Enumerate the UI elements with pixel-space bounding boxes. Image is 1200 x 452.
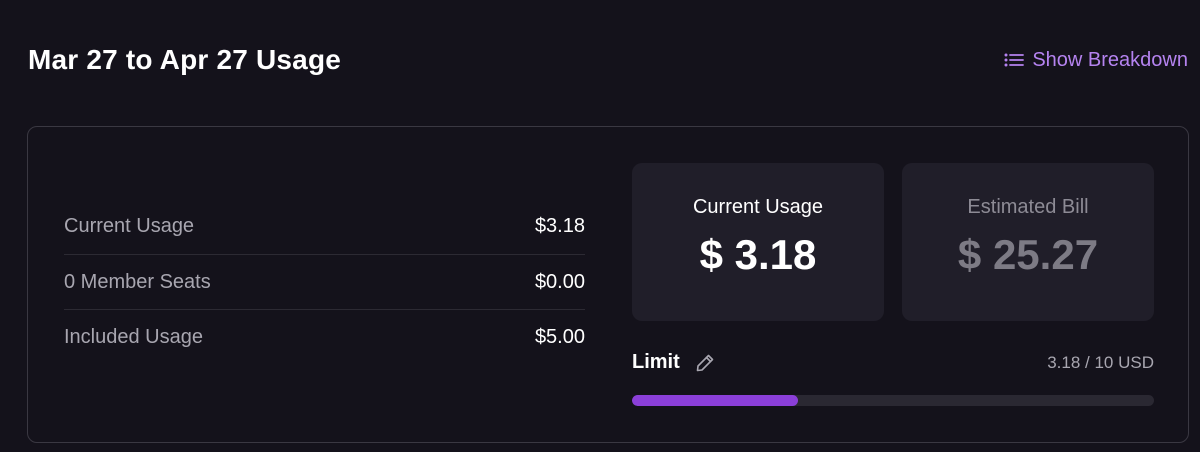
limit-label: Limit <box>632 351 680 373</box>
summary-row-value: $0.00 <box>534 270 585 293</box>
summary-row-value: $5.00 <box>534 325 585 348</box>
limit-progress-bar <box>632 395 1154 406</box>
limit-row: Limit 3.18 / 10 USD <box>632 351 1154 374</box>
summary-row-label: Current Usage <box>64 215 195 237</box>
limit-progress-fill <box>632 395 798 406</box>
summary-row-member-seats: 0 Member Seats $0.00 <box>64 254 585 309</box>
current-usage-label: Current Usage <box>692 196 824 218</box>
usage-card: Current Usage $3.18 0 Member Seats $0.00… <box>27 126 1189 443</box>
pencil-icon[interactable] <box>694 352 716 374</box>
estimated-bill-label: Estimated Bill <box>967 196 1089 218</box>
current-usage-value: $ 3.18 <box>699 231 817 278</box>
estimated-bill-value: $ 25.27 <box>957 231 1099 278</box>
summary-row-value: $3.18 <box>534 215 585 237</box>
summary-row-current-usage: Current Usage $3.18 <box>64 199 585 254</box>
show-breakdown-label: Show Breakdown <box>1032 48 1188 71</box>
estimated-bill-box: Estimated Bill $ 25.27 <box>902 163 1154 321</box>
list-icon <box>1004 52 1025 68</box>
usage-summary-list: Current Usage $3.18 0 Member Seats $0.00… <box>64 199 585 364</box>
limit-header: Limit <box>632 351 716 374</box>
show-breakdown-button[interactable]: Show Breakdown <box>1004 49 1188 72</box>
summary-row-label: Included Usage <box>64 325 203 348</box>
page-title: Mar 27 to Apr 27 Usage <box>28 44 342 75</box>
summary-row-label: 0 Member Seats <box>64 270 211 293</box>
usage-header: Mar 27 to Apr 27 Usage Show Breakdown <box>28 38 1188 82</box>
limit-amount: 3.18 / 10 USD <box>1047 352 1154 372</box>
usage-page: Mar 27 to Apr 27 Usage Show Breakdown Cu… <box>0 0 1200 452</box>
current-usage-box: Current Usage $ 3.18 <box>632 163 884 321</box>
summary-row-included-usage: Included Usage $5.00 <box>64 309 585 364</box>
